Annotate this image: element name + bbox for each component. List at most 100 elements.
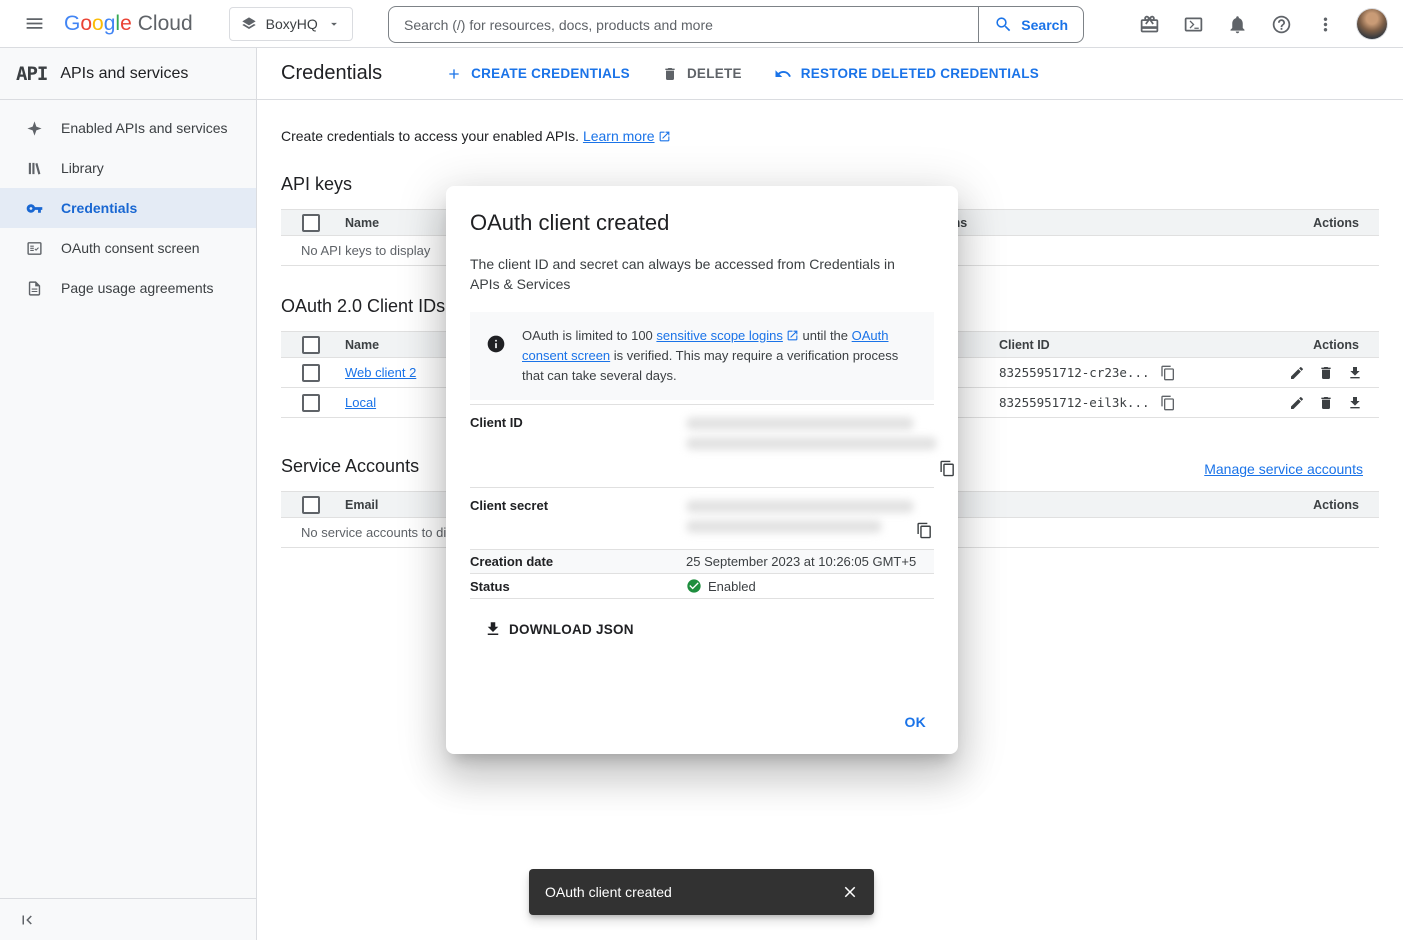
consent-screen-icon: [26, 240, 43, 257]
sidebar: API APIs and services Enabled APIs and s…: [0, 48, 257, 940]
gift-icon: [1139, 14, 1160, 35]
free-trial-button[interactable]: [1129, 4, 1169, 44]
oauth-client-name-link[interactable]: Local: [345, 395, 376, 410]
edit-icon: [1289, 365, 1305, 381]
status-badge: Enabled: [686, 578, 756, 594]
copy-icon: [916, 522, 933, 539]
sidebar-item-oauth-consent[interactable]: OAuth consent screen: [0, 228, 256, 268]
status-label: Status: [470, 579, 686, 594]
intro-text: Create credentials to access your enable…: [281, 128, 1379, 144]
oauth-client-created-dialog: OAuth client created The client ID and s…: [446, 186, 958, 754]
page-title: Credentials: [281, 62, 382, 85]
plus-icon: [446, 66, 462, 82]
snackbar-message: OAuth client created: [545, 884, 832, 900]
edit-icon: [1289, 395, 1305, 411]
copy-client-id-button[interactable]: [1160, 395, 1176, 411]
sidebar-item-page-usage-agreements[interactable]: Page usage agreements: [0, 268, 256, 308]
menu-button[interactable]: [12, 2, 56, 46]
trash-icon: [1318, 395, 1334, 411]
key-icon: [26, 200, 43, 217]
sidebar-item-label: Credentials: [61, 200, 137, 216]
project-selector[interactable]: BoxyHQ: [229, 7, 353, 41]
external-link-icon: [786, 329, 799, 342]
sidebar-item-library[interactable]: Library: [0, 148, 256, 188]
client-id-value: 83255951712-eil3k...: [999, 395, 1150, 410]
sidebar-item-label: OAuth consent screen: [61, 240, 200, 256]
notifications-button[interactable]: [1217, 4, 1257, 44]
collapse-sidebar-button[interactable]: [18, 911, 36, 929]
sidebar-footer: [0, 898, 256, 940]
copy-icon: [939, 460, 956, 477]
help-button[interactable]: [1261, 4, 1301, 44]
select-all-checkbox[interactable]: [302, 214, 320, 232]
download-json-label: DOWNLOAD JSON: [509, 622, 634, 637]
delete-client-button[interactable]: [1318, 395, 1334, 411]
sensitive-scope-logins-link[interactable]: sensitive scope logins: [656, 328, 798, 343]
sidebar-item-credentials[interactable]: Credentials: [0, 188, 256, 228]
restore-deleted-credentials-button[interactable]: RESTORE DELETED CREDENTIALS: [762, 56, 1051, 92]
sidebar-item-label: Page usage agreements: [61, 280, 214, 296]
logo-letter: G: [64, 12, 80, 36]
project-icon: [241, 16, 257, 32]
check-circle-icon: [686, 578, 702, 594]
snackbar: OAuth client created: [529, 869, 874, 915]
cloud-wordmark: Cloud: [138, 12, 193, 36]
copy-icon: [1160, 365, 1176, 381]
create-credentials-button[interactable]: CREATE CREDENTIALS: [434, 56, 642, 92]
copy-client-id-button[interactable]: [937, 458, 958, 479]
select-all-checkbox[interactable]: [302, 496, 320, 514]
api-logo: API: [16, 63, 47, 85]
delete-button[interactable]: DELETE: [650, 56, 754, 92]
more-vert-icon: [1315, 14, 1336, 35]
learn-more-link[interactable]: Learn more: [583, 128, 671, 144]
creation-date-value: 25 September 2023 at 10:26:05 GMT+5: [686, 554, 916, 569]
dialog-subtitle: The client ID and secret can always be a…: [470, 254, 916, 294]
copy-client-id-button[interactable]: [1160, 365, 1176, 381]
client-secret-row: Client secret: [470, 488, 934, 550]
sidebar-item-enabled-apis[interactable]: Enabled APIs and services: [0, 108, 256, 148]
client-secret-redacted: [686, 498, 914, 541]
oauth-limit-notice: OAuth is limited to 100 sensitive scope …: [470, 312, 934, 400]
edit-client-button[interactable]: [1289, 395, 1305, 411]
column-header-actions: Actions: [1269, 498, 1379, 512]
manage-service-accounts-link[interactable]: Manage service accounts: [1204, 461, 1363, 477]
close-icon: [841, 883, 859, 901]
snackbar-close-button[interactable]: [832, 874, 868, 910]
create-credentials-label: CREATE CREDENTIALS: [471, 66, 630, 81]
logo-letter: e: [120, 12, 132, 36]
collapse-icon: [18, 911, 36, 929]
creation-date-row: Creation date 25 September 2023 at 10:26…: [470, 550, 934, 574]
download-icon: [484, 620, 502, 638]
download-client-button[interactable]: [1347, 395, 1363, 411]
download-client-button[interactable]: [1347, 365, 1363, 381]
sidebar-item-label: Enabled APIs and services: [61, 120, 228, 136]
cloud-shell-button[interactable]: [1173, 4, 1213, 44]
logo-letter: o: [92, 12, 104, 36]
search-input[interactable]: [389, 7, 978, 42]
column-header-client-id: Client ID: [999, 338, 1289, 352]
topbar-actions: [1129, 0, 1393, 48]
sidebar-nav: Enabled APIs and services Library Creden…: [0, 100, 256, 308]
oauth-client-name-link[interactable]: Web client 2: [345, 365, 416, 380]
agreements-icon: [26, 280, 43, 297]
search-button[interactable]: Search: [978, 7, 1083, 42]
select-all-checkbox[interactable]: [302, 336, 320, 354]
more-options-button[interactable]: [1305, 4, 1345, 44]
download-json-button[interactable]: DOWNLOAD JSON: [476, 613, 642, 645]
copy-icon: [1160, 395, 1176, 411]
ok-button[interactable]: OK: [897, 706, 935, 738]
chevron-down-icon: [327, 17, 341, 31]
google-cloud-logo: Google Cloud: [64, 12, 193, 36]
logo-letter: o: [80, 12, 92, 36]
client-id-row: Client ID: [470, 404, 934, 488]
edit-client-button[interactable]: [1289, 365, 1305, 381]
avatar[interactable]: [1357, 9, 1387, 39]
client-secret-label: Client secret: [470, 498, 686, 541]
delete-client-button[interactable]: [1318, 365, 1334, 381]
column-header-actions: Actions: [1289, 338, 1379, 352]
row-checkbox[interactable]: [302, 364, 320, 382]
copy-client-secret-button[interactable]: [914, 520, 935, 541]
help-icon: [1271, 14, 1292, 35]
row-checkbox[interactable]: [302, 394, 320, 412]
trash-icon: [662, 66, 678, 82]
